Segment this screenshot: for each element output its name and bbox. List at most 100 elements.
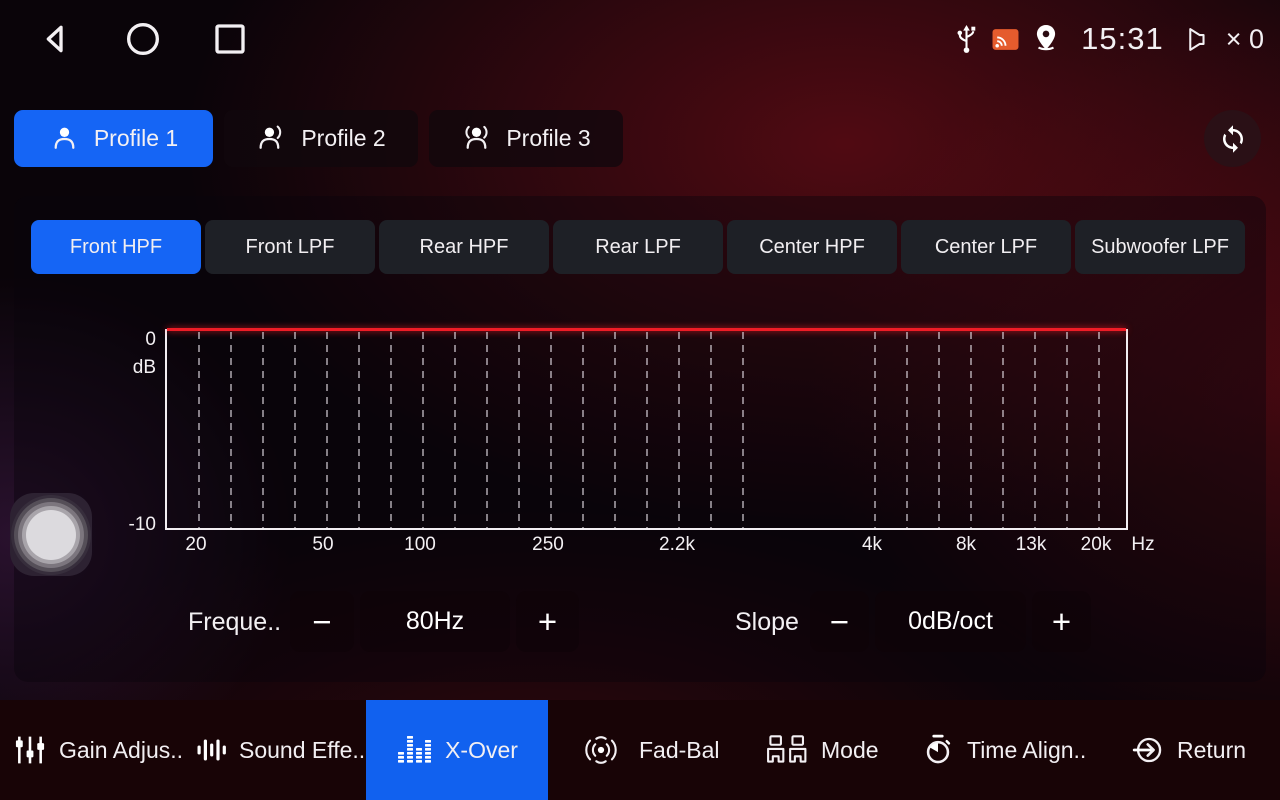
- user-icon: [49, 123, 80, 154]
- cast-icon: [992, 28, 1019, 51]
- x-tick-label: 13k: [1016, 534, 1047, 556]
- x-tick-label: 20k: [1081, 534, 1112, 556]
- gridline: [906, 332, 908, 528]
- assist-ball-icon: [26, 510, 76, 560]
- frequency-plus-button[interactable]: +: [516, 591, 579, 652]
- xover-plot: [165, 329, 1128, 530]
- profile-1-button[interactable]: Profile 1: [14, 110, 213, 167]
- user-voice2-icon: [461, 123, 492, 154]
- nav-label: X-Over: [445, 737, 518, 764]
- gridline: [710, 332, 712, 528]
- x-axis-labels: 20 50 100 250 2.2k 4k 8k 13k 20k Hz: [0, 534, 1280, 558]
- location-icon: [1031, 23, 1061, 56]
- gridline: [294, 332, 296, 528]
- x-tick-label: 100: [404, 534, 436, 556]
- gridline: [518, 332, 520, 528]
- gridline: [422, 332, 424, 528]
- x-tick-label: 2.2k: [659, 534, 695, 556]
- x-tick-label: 50: [312, 534, 333, 556]
- speaker-mode-icon: [766, 734, 808, 766]
- nav-mode[interactable]: Mode: [766, 700, 879, 800]
- tab-front-hpf[interactable]: Front HPF: [31, 220, 201, 274]
- gridline: [1002, 332, 1004, 528]
- gridline: [550, 332, 552, 528]
- back-icon[interactable]: [36, 19, 76, 59]
- sound-effect-icon: [196, 734, 226, 766]
- gridline: [970, 332, 972, 528]
- gridline: [1034, 332, 1036, 528]
- tab-subwoofer-lpf[interactable]: Subwoofer LPF: [1075, 220, 1245, 274]
- nav-label: Mode: [821, 737, 879, 764]
- gridline: [358, 332, 360, 528]
- nav-xover[interactable]: X-Over: [366, 700, 548, 800]
- clock: 15:31: [1081, 21, 1164, 57]
- tab-front-lpf[interactable]: Front LPF: [205, 220, 375, 274]
- tab-rear-hpf[interactable]: Rear HPF: [379, 220, 549, 274]
- user-voice-icon: [256, 123, 287, 154]
- nav-label: Gain Adjus..: [59, 737, 183, 764]
- response-curve: [167, 328, 1126, 331]
- gridline: [1098, 332, 1100, 528]
- home-icon[interactable]: [123, 19, 163, 59]
- x-tick-label: 250: [532, 534, 564, 556]
- gridline: [390, 332, 392, 528]
- nav-fad-bal[interactable]: Fad-Bal: [576, 700, 720, 800]
- nav-label: Fad-Bal: [639, 737, 720, 764]
- filter-tab-bar: Front HPF Front LPF Rear HPF Rear LPF Ce…: [31, 220, 1245, 274]
- profile-2-button[interactable]: Profile 2: [224, 110, 418, 167]
- gridline: [938, 332, 940, 528]
- volume-muted-icon: [1182, 25, 1212, 54]
- gridline: [326, 332, 328, 528]
- gridline: [486, 332, 488, 528]
- frequency-minus-button[interactable]: −: [290, 591, 354, 652]
- frequency-label: Freque..: [188, 592, 281, 652]
- nav-label: Time Align..: [967, 737, 1086, 764]
- profile-bar: Profile 1 Profile 2 Profile: [14, 110, 623, 167]
- refresh-icon: [1218, 124, 1248, 154]
- nav-gain-adjust[interactable]: Gain Adjus..: [14, 700, 183, 800]
- x-tick-label: 4k: [862, 534, 882, 556]
- floating-assist-button[interactable]: [10, 493, 92, 576]
- y-tick-top: 0: [116, 329, 156, 351]
- y-axis-unit: dB: [116, 357, 156, 379]
- status-icons: 15:31 × 0: [953, 21, 1264, 57]
- frequency-value: 80Hz: [360, 591, 510, 652]
- gain-sliders-icon: [14, 734, 46, 766]
- gridline: [198, 332, 200, 528]
- x-tick-label: 20: [185, 534, 206, 556]
- nav-label: Sound Effe..: [239, 737, 365, 764]
- gridline: [1066, 332, 1068, 528]
- gridline: [230, 332, 232, 528]
- profile-label: Profile 1: [94, 125, 178, 152]
- nav-sound-effect[interactable]: Sound Effe..: [196, 700, 365, 800]
- gridline: [646, 332, 648, 528]
- usb-icon: [953, 24, 980, 55]
- nav-time-align[interactable]: Time Align..: [922, 700, 1086, 800]
- bottom-nav-bar: Gain Adjus.. Sound Effe..: [0, 700, 1280, 800]
- tab-rear-lpf[interactable]: Rear LPF: [553, 220, 723, 274]
- volume-level: × 0: [1226, 24, 1264, 55]
- gridline: [614, 332, 616, 528]
- android-nav-buttons: [36, 19, 250, 59]
- stopwatch-icon: [922, 734, 954, 766]
- tab-center-hpf[interactable]: Center HPF: [727, 220, 897, 274]
- y-tick-bottom: -10: [116, 514, 156, 536]
- x-tick-label: 8k: [956, 534, 976, 556]
- gridline: [262, 332, 264, 528]
- equalizer-bars-icon: [396, 734, 432, 766]
- tab-center-lpf[interactable]: Center LPF: [901, 220, 1071, 274]
- nav-return[interactable]: Return: [1132, 700, 1246, 800]
- profile-3-button[interactable]: Profile 3: [429, 110, 623, 167]
- gridline: [454, 332, 456, 528]
- slope-value: 0dB/oct: [875, 591, 1026, 652]
- status-bar: 15:31 × 0: [0, 0, 1280, 78]
- gridline: [582, 332, 584, 528]
- recents-icon[interactable]: [210, 19, 250, 59]
- profile-label: Profile 2: [301, 125, 385, 152]
- gridline: [678, 332, 680, 528]
- fader-balance-icon: [576, 734, 626, 766]
- slope-minus-button[interactable]: −: [810, 591, 869, 652]
- slope-plus-button[interactable]: +: [1032, 591, 1091, 652]
- x-axis-unit: Hz: [1131, 534, 1154, 556]
- reset-button[interactable]: [1204, 110, 1261, 167]
